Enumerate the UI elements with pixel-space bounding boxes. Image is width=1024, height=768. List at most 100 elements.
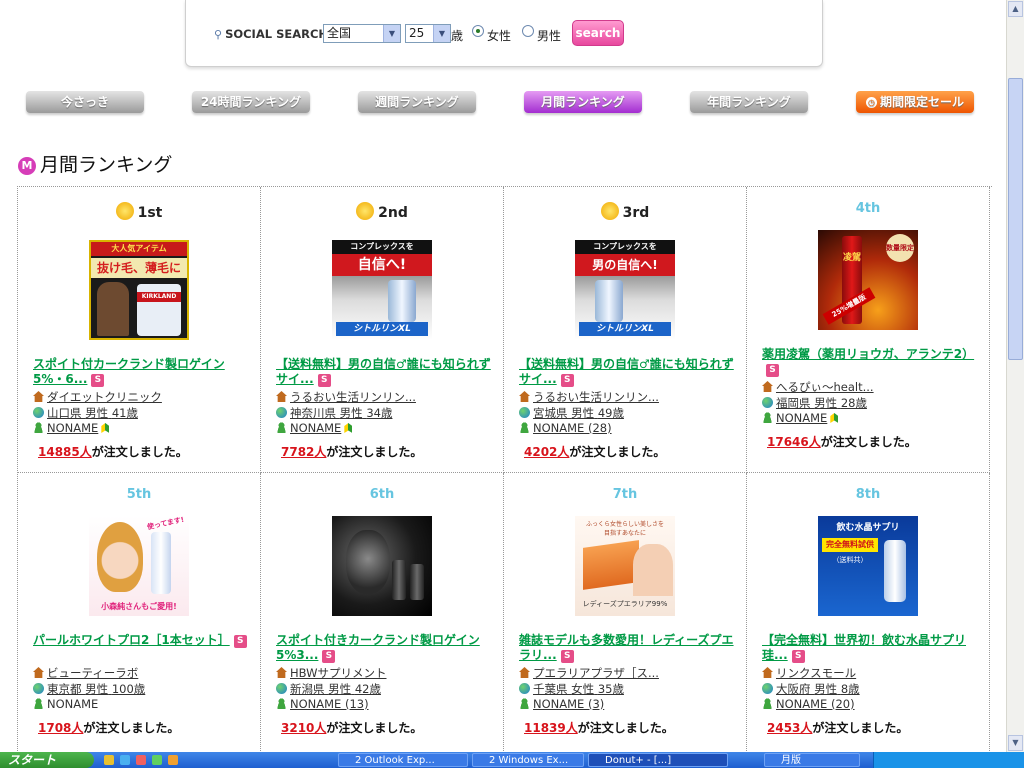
order-count: 14885人が注文しました。 [38, 445, 188, 459]
taskbar-item[interactable]: 2 Outlook Exp... [338, 753, 468, 767]
product-card: 3rd コンプレックスを 男の自信へ! シトルリンXL 【送料無料】男の自信♂誰… [504, 187, 747, 473]
shop-row[interactable]: プエラリアプラザ［ス... [519, 665, 659, 681]
clock-icon: ◷ [865, 97, 877, 108]
product-card: 5th 使ってます! 小森純さんもご愛用! パールホワイトプロ2［1本セット］ S… [18, 473, 261, 759]
user-row[interactable]: NONAME (28) [519, 421, 612, 435]
s-badge-icon[interactable]: S [791, 650, 805, 663]
product-image[interactable] [332, 516, 432, 616]
location-row[interactable]: 新潟県 男性 42歳 [276, 681, 381, 697]
user-row[interactable]: NONAME [762, 411, 839, 425]
shop-row[interactable]: ビューティーラボ [33, 665, 138, 681]
start-button[interactable]: スタート [0, 752, 94, 768]
product-title-link[interactable]: 雑誌モデルも多数愛用！レディーズプエラリ... S [519, 633, 734, 663]
product-title-link[interactable]: 薬用凌駕（薬用リョウガ、アランテ2）S [762, 347, 977, 377]
product-image[interactable]: 凌駕 数量限定 25%増量版 [818, 230, 918, 330]
user-icon [33, 698, 44, 709]
quicklaunch-icon[interactable] [120, 755, 130, 765]
shop-row[interactable]: HBWサプリメント [276, 665, 387, 681]
taskbar-item[interactable]: 2 Windows Ex... [472, 753, 584, 767]
s-badge-icon[interactable]: S [560, 374, 574, 387]
order-count: 2453人が注文しました。 [767, 721, 909, 735]
tab-yearly-ranking[interactable]: 年間ランキング [690, 91, 808, 113]
product-title-link[interactable]: パールホワイトプロ2［1本セット］ S [33, 633, 248, 648]
shop-icon [762, 667, 773, 678]
product-image[interactable]: 使ってます! 小森純さんもご愛用! [89, 516, 189, 616]
region-select-value: 全国 [327, 26, 352, 40]
shop-icon [276, 667, 287, 678]
scroll-down-arrow-icon[interactable]: ▼ [1008, 735, 1023, 751]
monthly-badge-icon: M [18, 157, 36, 175]
location-row[interactable]: 福岡県 男性 28歳 [762, 395, 867, 411]
location-row[interactable]: 千葉県 女性 35歳 [519, 681, 624, 697]
shop-icon [519, 391, 530, 402]
user-row[interactable]: NONAME [276, 421, 353, 435]
taskbar-item[interactable]: Donut+ - [...] [588, 753, 728, 767]
region-select[interactable]: 全国 ▼ [323, 24, 401, 43]
shop-row[interactable]: リンクスモール [762, 665, 856, 681]
taskbar: スタート 2 Outlook Exp... 2 Windows Ex... Do… [0, 752, 1024, 768]
quicklaunch-icon[interactable] [152, 755, 162, 765]
vertical-scrollbar[interactable]: ▲ ▼ [1006, 0, 1024, 752]
age-unit-label: 歳 [451, 29, 464, 43]
location-row[interactable]: 大阪府 男性 8歳 [762, 681, 860, 697]
female-radio-label: 女性 [487, 29, 512, 43]
product-title-link[interactable]: 【完全無料】世界初！飲む水晶サプリ珪... S [762, 633, 977, 663]
chevron-down-icon[interactable]: ▼ [383, 25, 400, 42]
rank-label: 3rd [504, 202, 746, 221]
product-title-link[interactable]: スポイト付カークランド製ロゲイン5%・6... S [33, 357, 248, 387]
location-row[interactable]: 神奈川県 男性 34歳 [276, 405, 392, 421]
product-title-link[interactable]: スポイト付きカークランド製ロゲイン5%3... S [276, 633, 491, 663]
tab-24h-ranking[interactable]: 24時間ランキング [192, 91, 310, 113]
ranking-grid: 1st 大人気アイテム 抜け毛、薄毛に KIRKLAND スポイト付カークランド… [17, 186, 992, 759]
product-image[interactable]: 大人気アイテム 抜け毛、薄毛に KIRKLAND [89, 240, 189, 340]
age-select[interactable]: 25 ▼ [405, 24, 451, 43]
location-row[interactable]: 宮城県 男性 49歳 [519, 405, 624, 421]
quicklaunch-icon[interactable] [104, 755, 114, 765]
social-search-label: ⚲ SOCIAL SEARCH [214, 27, 329, 41]
user-icon [33, 422, 44, 433]
search-button[interactable]: search [572, 20, 624, 46]
shop-row[interactable]: ダイエットクリニック [33, 389, 162, 405]
taskbar-item[interactable]: 月版 [764, 753, 860, 767]
user-row[interactable]: NONAME (20) [762, 697, 855, 711]
product-title-link[interactable]: 【送料無料】男の自信♂誰にも知られずサイ... S [276, 357, 491, 387]
s-badge-icon[interactable]: S [560, 650, 574, 663]
shop-row[interactable]: へるぴぃ～healt... [762, 379, 874, 395]
user-row[interactable]: NONAME (3) [519, 697, 604, 711]
product-image[interactable]: コンプレックスを 男の自信へ! シトルリンXL [575, 240, 675, 340]
product-image[interactable]: コンプレックスを 自信へ! シトルリンXL [332, 240, 432, 340]
s-badge-icon[interactable]: S [91, 374, 105, 387]
shop-row[interactable]: うるおい生活リンリン... [519, 389, 659, 405]
tab-just-now[interactable]: 今さっき [26, 91, 144, 113]
quicklaunch-icon[interactable] [168, 755, 178, 765]
s-badge-icon[interactable]: S [322, 650, 336, 663]
s-badge-icon[interactable]: S [233, 635, 247, 648]
s-badge-icon[interactable]: S [317, 374, 331, 387]
tab-limited-sale-label: 期間限定セール [879, 95, 964, 109]
female-radio[interactable] [472, 25, 484, 37]
product-image[interactable]: 飲む水晶サプリ 完全無料試供 （送料共） [818, 516, 918, 616]
tab-weekly-ranking[interactable]: 週間ランキング [358, 91, 476, 113]
shop-row[interactable]: うるおい生活リンリン... [276, 389, 416, 405]
user-row[interactable]: NONAME (13) [276, 697, 369, 711]
product-card: 6th スポイト付きカークランド製ロゲイン5%3... S HBWサプリメント 新… [261, 473, 504, 759]
user-icon [519, 698, 530, 709]
male-radio[interactable] [522, 25, 534, 37]
order-count: 3210人が注文しました。 [281, 721, 423, 735]
quicklaunch-icon[interactable] [136, 755, 146, 765]
user-icon [519, 422, 530, 433]
magnifier-icon: ⚲ [214, 28, 223, 41]
product-card: 2nd コンプレックスを 自信へ! シトルリンXL 【送料無料】男の自信♂誰にも… [261, 187, 504, 473]
shop-icon [33, 391, 44, 402]
user-row[interactable]: NONAME [33, 421, 110, 435]
location-row[interactable]: 東京都 男性 100歳 [33, 681, 145, 697]
product-title-link[interactable]: 【送料無料】男の自信♂誰にも知られずサイ... S [519, 357, 734, 387]
scroll-up-arrow-icon[interactable]: ▲ [1008, 1, 1023, 17]
s-badge-icon[interactable]: S [766, 364, 779, 377]
product-image[interactable]: ふっくら女性らしい美しさを 目指すあなたに レディーズプエラリア99% [575, 516, 675, 616]
location-row[interactable]: 山口県 男性 41歳 [33, 405, 138, 421]
scroll-thumb[interactable] [1008, 78, 1023, 360]
tab-limited-sale[interactable]: ◷ 期間限定セール [856, 91, 974, 113]
tab-monthly-ranking[interactable]: 月間ランキング [524, 91, 642, 113]
chevron-down-icon[interactable]: ▼ [433, 25, 450, 42]
